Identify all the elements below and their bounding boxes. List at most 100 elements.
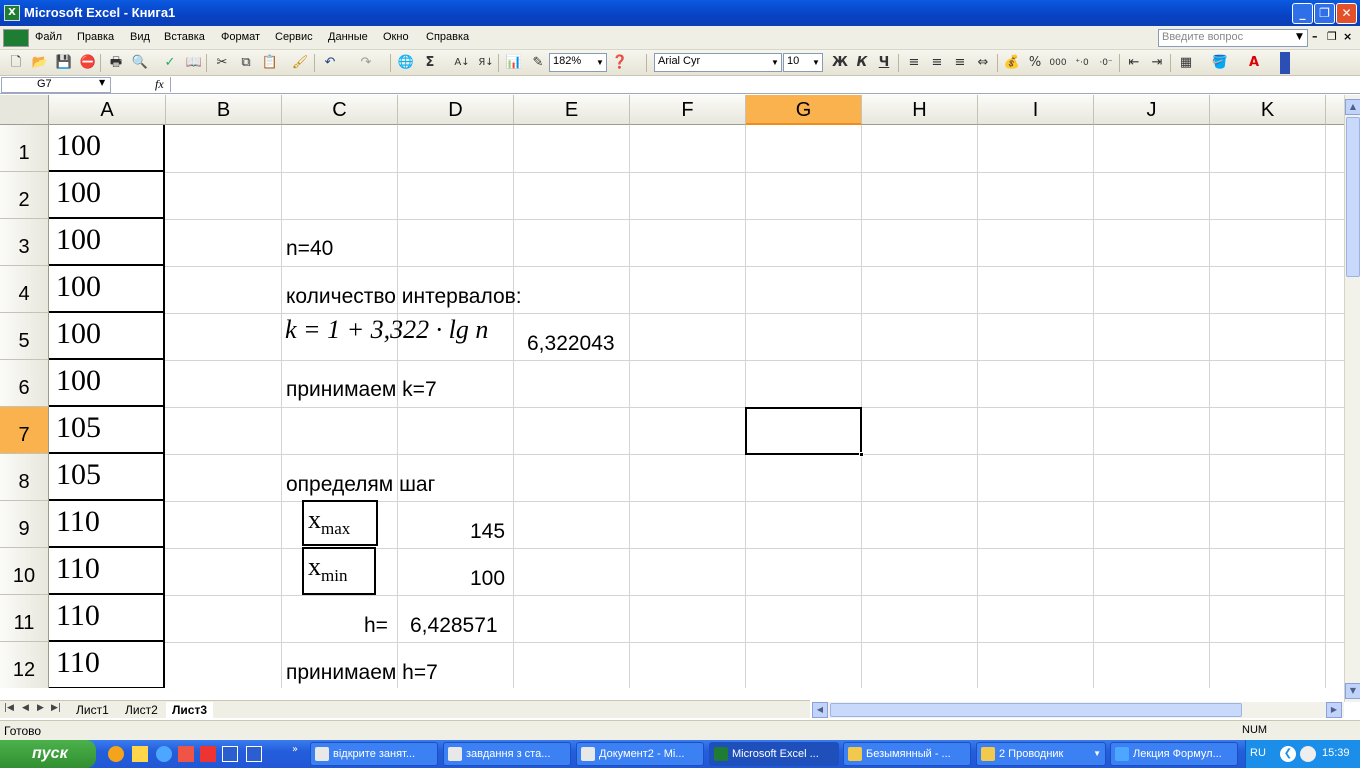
quicklaunch-icon[interactable] — [178, 746, 194, 762]
cell-c8[interactable]: определям шаг — [286, 473, 435, 497]
menu-tools[interactable]: Сервис — [275, 31, 313, 43]
x-max-formula[interactable]: xmax — [302, 500, 378, 546]
x-min-formula[interactable]: xmin — [302, 547, 376, 595]
cell-a8[interactable]: 105 — [49, 454, 165, 501]
doc-minimize-icon[interactable]: – — [1312, 30, 1318, 43]
fill-color-icon[interactable]: 🪣 — [1210, 53, 1230, 73]
column-header-j[interactable]: J — [1094, 95, 1210, 125]
cell-c6[interactable]: принимаем k=7 — [286, 378, 437, 402]
bold-button[interactable]: Ж — [830, 53, 850, 73]
column-header-d[interactable]: D — [398, 95, 514, 125]
close-button[interactable]: ✕ — [1336, 3, 1357, 24]
menu-view[interactable]: Вид — [130, 31, 150, 43]
menu-format[interactable]: Формат — [221, 31, 260, 43]
next-sheet-icon[interactable]: ▶ — [37, 703, 44, 713]
chevron-right-icon[interactable]: » — [292, 744, 298, 755]
row-header-12[interactable]: 12 — [0, 642, 49, 688]
help-icon[interactable]: ❓ — [610, 53, 630, 73]
toolbar-options-icon[interactable] — [1280, 52, 1290, 74]
sort-desc-icon[interactable]: Я↓ — [476, 53, 496, 73]
row-header-3[interactable]: 3 — [0, 219, 49, 266]
formula-input[interactable] — [170, 77, 1340, 92]
menu-data[interactable]: Данные — [328, 31, 368, 43]
font-color-icon[interactable]: A — [1244, 53, 1264, 73]
open-icon[interactable]: 📂 — [30, 53, 50, 73]
thousands-button[interactable]: 000 — [1048, 53, 1068, 73]
chevron-down-icon[interactable]: ▼ — [595, 55, 605, 70]
language-indicator[interactable]: RU — [1250, 747, 1266, 759]
scroll-left-icon[interactable]: ◀ — [812, 702, 828, 718]
insert-function-button[interactable]: fx — [155, 77, 164, 92]
column-header-l[interactable] — [1326, 95, 1344, 125]
doc-restore-icon[interactable]: ❐ — [1327, 30, 1337, 43]
chevron-down-icon[interactable]: ▼ — [1296, 32, 1303, 42]
tray-app-icon[interactable] — [1300, 746, 1316, 762]
cell-a2[interactable]: 100 — [49, 172, 165, 219]
taskbar-item[interactable]: Безымянный - ... — [843, 742, 971, 766]
chevron-down-icon[interactable]: ▼ — [1093, 743, 1101, 765]
active-cell-g7[interactable] — [745, 407, 864, 457]
sort-asc-icon[interactable]: A↓ — [452, 53, 472, 73]
cell-d9[interactable]: 145 — [470, 520, 505, 544]
cell-a3[interactable]: 100 — [49, 219, 165, 266]
sheet-tab-1[interactable]: Лист1 — [70, 702, 115, 718]
cell-d11[interactable]: 6,428571 — [410, 614, 498, 638]
percent-button[interactable]: % — [1025, 53, 1045, 73]
column-header-c[interactable]: C — [282, 95, 398, 125]
column-header-f[interactable]: F — [630, 95, 746, 125]
column-header-i[interactable]: I — [978, 95, 1094, 125]
decrease-indent-icon[interactable]: ⇤ — [1124, 53, 1144, 73]
quicklaunch-icon[interactable] — [132, 746, 148, 762]
quicklaunch-icon[interactable] — [156, 746, 172, 762]
column-header-k[interactable]: K — [1210, 95, 1326, 125]
row-header-2[interactable]: 2 — [0, 172, 49, 219]
last-sheet-icon[interactable]: ▶| — [51, 703, 61, 713]
chevron-down-icon[interactable]: ▼ — [811, 55, 821, 70]
column-header-b[interactable]: B — [166, 95, 282, 125]
row-header-9[interactable]: 9 — [0, 501, 49, 548]
font-combo[interactable]: Arial Cyr ▼ — [654, 53, 782, 72]
menu-help[interactable]: Справка — [426, 31, 469, 43]
undo-icon[interactable]: ↶ — [320, 53, 340, 73]
cell-a12[interactable]: 110 — [49, 642, 165, 688]
zoom-combo[interactable]: 182% ▼ — [549, 53, 607, 72]
minimize-button[interactable]: _ — [1292, 3, 1313, 24]
column-header-a[interactable]: A — [49, 95, 166, 125]
quicklaunch-icon[interactable] — [200, 746, 216, 762]
row-header-8[interactable]: 8 — [0, 454, 49, 501]
cell-a10[interactable]: 110 — [49, 548, 165, 595]
select-all-corner[interactable] — [0, 95, 49, 125]
permission-icon[interactable]: ⛔ — [78, 53, 98, 73]
menu-file[interactable]: Файл — [35, 31, 62, 43]
row-header-6[interactable]: 6 — [0, 360, 49, 407]
font-size-combo[interactable]: 10 ▼ — [783, 53, 823, 72]
row-header-11[interactable]: 11 — [0, 595, 49, 642]
underline-button[interactable]: Ч — [874, 53, 894, 73]
sheet-tab-2[interactable]: Лист2 — [119, 702, 164, 718]
copy-icon[interactable]: ⧉ — [236, 53, 256, 73]
menu-edit[interactable]: Правка — [77, 31, 114, 43]
align-right-icon[interactable]: ≡ — [950, 53, 970, 73]
cell-a4[interactable]: 100 — [49, 266, 165, 313]
doc-close-icon[interactable]: × — [1343, 30, 1352, 43]
taskbar-item[interactable]: завдання з ста... — [443, 742, 571, 766]
hscroll-thumb[interactable] — [830, 703, 1242, 717]
workbook-icon[interactable] — [3, 29, 29, 47]
drawing-icon[interactable]: ✎ — [528, 53, 548, 73]
cell-c12[interactable]: принимаем h=7 — [286, 661, 438, 685]
increase-decimal-icon[interactable]: ⁺‧0 — [1072, 53, 1092, 73]
taskbar-item-active[interactable]: Microsoft Excel ... — [709, 742, 839, 766]
cell-a1[interactable]: 100 — [49, 125, 165, 172]
cell-d10[interactable]: 100 — [470, 567, 505, 591]
row-header-4[interactable]: 4 — [0, 266, 49, 313]
print-icon[interactable]: 🖶 — [106, 53, 126, 73]
first-sheet-icon[interactable]: |◀ — [4, 703, 14, 713]
taskbar-item[interactable]: Документ2 - Mi... — [576, 742, 704, 766]
decrease-decimal-icon[interactable]: ‧0⁻ — [1096, 53, 1116, 73]
chevron-down-icon[interactable]: ▼ — [99, 78, 105, 87]
align-left-icon[interactable]: ≡ — [904, 53, 924, 73]
name-box[interactable]: G7 — [1, 77, 111, 93]
cell-c11[interactable]: h= — [364, 614, 388, 638]
excel-app-icon[interactable]: X — [4, 5, 20, 21]
autosum-icon[interactable]: Σ — [420, 53, 440, 73]
